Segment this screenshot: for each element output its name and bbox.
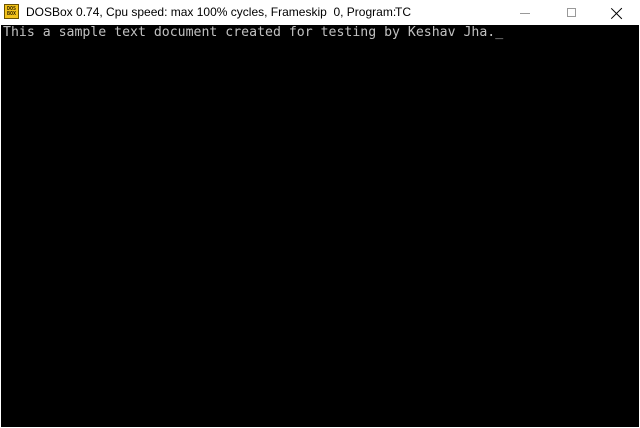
minimize-icon: [520, 12, 530, 14]
maximize-icon: [566, 8, 576, 17]
close-button[interactable]: [594, 0, 640, 25]
console-text-line: This a sample text document created for …: [3, 25, 503, 41]
dosbox-window: DOS BOX DOSBox 0.74, Cpu speed: max 100%…: [0, 0, 640, 428]
console-text: This a sample text document created for …: [3, 25, 496, 40]
dos-console[interactable]: This a sample text document created for …: [1, 25, 639, 427]
window-title: DOSBox 0.74, Cpu speed: max 100% cycles,…: [26, 5, 397, 19]
maximize-button[interactable]: [548, 0, 594, 25]
text-cursor: _: [495, 25, 504, 40]
close-icon: [611, 7, 623, 19]
dosbox-icon[interactable]: DOS BOX: [4, 4, 19, 19]
icon-text-bottom: BOX: [6, 10, 17, 17]
program-name: TC: [395, 5, 411, 19]
minimize-button[interactable]: [502, 0, 548, 25]
title-bar[interactable]: DOS BOX DOSBox 0.74, Cpu speed: max 100%…: [0, 0, 640, 25]
